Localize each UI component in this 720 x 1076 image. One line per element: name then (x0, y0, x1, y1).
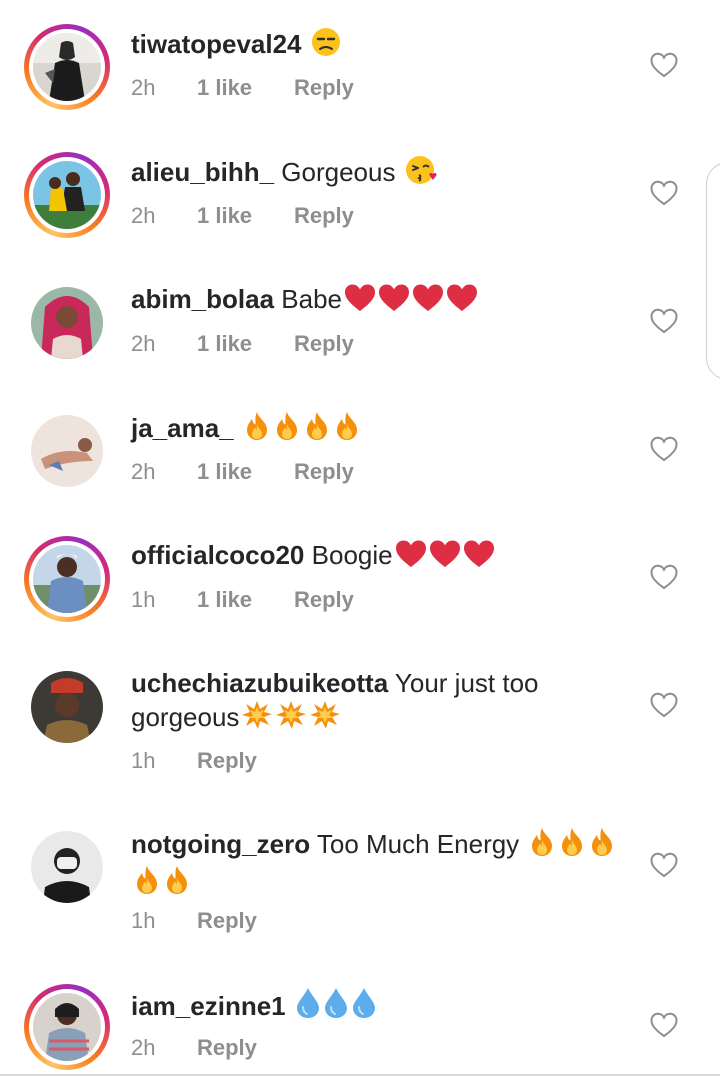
heart-outline-icon[interactable] (650, 308, 678, 334)
comment-item: officialcoco20 Boogie 1h 1 like Reply (0, 512, 720, 640)
avatar[interactable] (24, 664, 110, 750)
red-heart-icon (429, 540, 461, 576)
fire-icon (163, 865, 191, 903)
comment-username[interactable]: ja_ama_ (131, 413, 234, 443)
comment-text: Too Much Energy (316, 829, 520, 859)
fire-icon (333, 411, 361, 449)
droplet-icon (351, 987, 377, 1027)
reply-button[interactable]: Reply (294, 586, 354, 614)
reply-button[interactable]: Reply (294, 458, 354, 486)
avatar[interactable] (24, 408, 110, 494)
avatar[interactable] (24, 152, 110, 238)
comment-text: Boogie (311, 540, 393, 570)
comment-username[interactable]: abim_bolaa (131, 284, 274, 314)
fire-icon (273, 411, 301, 449)
heart-outline-icon[interactable] (650, 564, 678, 590)
red-heart-icon (378, 284, 410, 320)
unamused-face-icon (311, 27, 341, 65)
avatar[interactable] (24, 280, 110, 366)
heart-outline-icon[interactable] (650, 1012, 678, 1038)
comment-like-count[interactable]: 1 like (197, 458, 294, 486)
avatar[interactable] (24, 824, 110, 910)
red-heart-icon (412, 284, 444, 320)
comment-item: abim_bolaa Babe 2h 1 like Reply (0, 256, 720, 384)
comment-timestamp: 1h (131, 748, 156, 773)
fire-icon (133, 865, 161, 903)
reply-button[interactable]: Reply (294, 202, 354, 230)
fire-icon (243, 411, 271, 449)
droplet-icon (295, 987, 321, 1027)
comment-item: tiwatopeval24 2h 1 like Reply (0, 0, 720, 128)
comment-username[interactable]: notgoing_zero (131, 829, 310, 859)
comment-timestamp: 2h (131, 331, 156, 356)
edge-panel-handle[interactable] (706, 162, 720, 380)
comment-like-count[interactable]: 1 like (197, 330, 294, 358)
comment-list: tiwatopeval24 2h 1 like Reply alieu_bihh_ … (0, 0, 720, 1076)
comment-like-count[interactable]: 1 like (197, 586, 294, 614)
fire-icon (558, 827, 586, 865)
avatar[interactable] (24, 536, 110, 622)
comment-text: Babe (281, 284, 343, 314)
comment-username[interactable]: officialcoco20 (131, 540, 304, 570)
avatar[interactable] (24, 24, 110, 110)
heart-outline-icon[interactable] (650, 436, 678, 462)
comment-item: iam_ezinne1 2h Reply (0, 960, 720, 1076)
droplet-icon (323, 987, 349, 1027)
comment-timestamp: 2h (131, 459, 156, 484)
heart-outline-icon[interactable] (650, 692, 678, 718)
red-heart-icon (344, 284, 376, 320)
comment-timestamp: 2h (131, 203, 156, 228)
comment-timestamp: 2h (131, 1035, 156, 1060)
comment-text: Gorgeous (281, 157, 396, 187)
fire-icon (303, 411, 331, 449)
comment-username[interactable]: alieu_bihh_ (131, 157, 274, 187)
comment-item: notgoing_zero Too Much Energy 1h Reply (0, 800, 720, 960)
collision-icon (309, 700, 341, 738)
reply-button[interactable]: Reply (294, 74, 354, 102)
collision-icon (241, 700, 273, 738)
red-heart-icon (446, 284, 478, 320)
reply-button[interactable]: Reply (294, 330, 354, 358)
face-blowing-kiss-icon (405, 155, 437, 193)
heart-outline-icon[interactable] (650, 180, 678, 206)
heart-outline-icon[interactable] (650, 852, 678, 878)
comment-item: ja_ama_ 2h 1 like Reply (0, 384, 720, 512)
comment-username[interactable]: iam_ezinne1 (131, 991, 286, 1021)
reply-button[interactable]: Reply (197, 907, 257, 935)
comment-like-count[interactable]: 1 like (197, 202, 294, 230)
comment-timestamp: 2h (131, 75, 156, 100)
red-heart-icon (395, 540, 427, 576)
comment-item: alieu_bihh_ Gorgeous 2h 1 like Reply (0, 128, 720, 256)
reply-button[interactable]: Reply (197, 747, 257, 775)
heart-outline-icon[interactable] (650, 52, 678, 78)
comment-username[interactable]: uchechiazubuikeotta (131, 668, 388, 698)
comment-timestamp: 1h (131, 587, 156, 612)
red-heart-icon (463, 540, 495, 576)
fire-icon (588, 827, 616, 865)
collision-icon (275, 700, 307, 738)
avatar[interactable] (24, 984, 110, 1070)
comment-like-count[interactable]: 1 like (197, 74, 294, 102)
comment-item: uchechiazubuikeotta Your just too gorgeo… (0, 640, 720, 800)
comment-username[interactable]: tiwatopeval24 (131, 29, 302, 59)
reply-button[interactable]: Reply (197, 1034, 257, 1062)
fire-icon (528, 827, 556, 865)
comment-timestamp: 1h (131, 908, 156, 933)
